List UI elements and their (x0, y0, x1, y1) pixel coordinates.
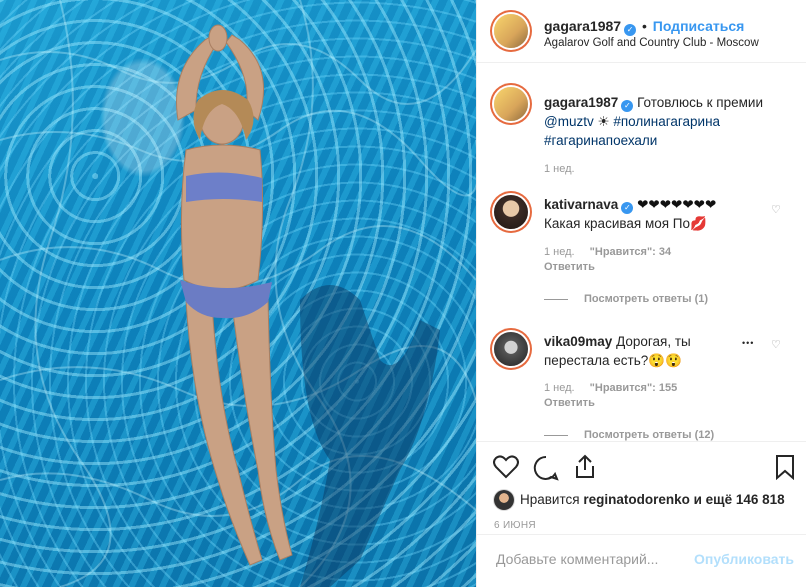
comment-body: Какая красивая моя По💋 (544, 216, 707, 231)
comment-meta: 1 нед. "Нравится": 155 (544, 382, 677, 394)
likes-count[interactable]: и ещё 146 818 (694, 492, 785, 507)
comments-list[interactable]: gagara1987 ✓ Готовлюсь к премии @muztv ☀ … (477, 63, 806, 441)
divider-line (544, 434, 568, 436)
view-replies-label: Посмотреть ответы (12) (584, 429, 715, 441)
post-date[interactable]: 6 ИЮНЯ (494, 520, 536, 531)
likes-line: Нравится reginatodorenko и ещё 146 818 (494, 490, 785, 510)
add-comment-bar: Опубликовать (477, 534, 806, 587)
verified-icon: ✓ (624, 24, 637, 36)
commenter-avatar[interactable] (494, 332, 528, 366)
reply-button[interactable]: Ответить (544, 397, 595, 409)
caption-avatar[interactable] (494, 87, 528, 121)
comment-input[interactable] (494, 550, 698, 568)
header-title-line: gagara1987 ✓ • Подписаться (544, 18, 744, 36)
post-side-panel: gagara1987 ✓ • Подписаться Agalarov Golf … (476, 0, 806, 587)
hashtag-link[interactable]: #гагаринапоехали (544, 133, 657, 148)
commenter-avatar[interactable] (494, 195, 528, 229)
view-replies-button[interactable]: Посмотреть ответы (12) (544, 429, 714, 441)
instagram-post: gagara1987 ✓ • Подписаться Agalarov Golf … (0, 0, 806, 587)
publish-button[interactable]: Опубликовать (694, 551, 794, 567)
caption-text: gagara1987 ✓ Готовлюсь к премии @muztv ☀ … (544, 93, 779, 150)
bookmark-icon[interactable] (775, 454, 795, 480)
comment-meta: 1 нед. "Нравится": 34 (544, 246, 671, 258)
post-photo[interactable] (0, 0, 476, 587)
commenter-username[interactable]: vika09may (544, 334, 612, 349)
swimmer-illustration (0, 0, 476, 587)
heart-icon[interactable] (493, 455, 519, 479)
caption-username[interactable]: gagara1987 (544, 95, 618, 110)
location-link[interactable]: Agalarov Golf and Country Club - Moscow (544, 37, 759, 49)
mention-link[interactable]: @muztv (544, 114, 594, 129)
comment-like-heart-icon[interactable]: ♡ (771, 203, 781, 216)
divider-line (544, 298, 568, 300)
commenter-username[interactable]: kativarnava (544, 197, 618, 212)
author-avatar[interactable] (494, 14, 528, 48)
separator-dot: • (641, 18, 647, 34)
comment-likes[interactable]: "Нравится": 155 (590, 382, 678, 394)
sun-emoji: ☀ (597, 114, 610, 129)
likes-prefix: Нравится (520, 492, 580, 507)
post-header: gagara1987 ✓ • Подписаться Agalarov Golf … (477, 0, 806, 63)
hearts-emoji: ❤❤❤❤❤❤❤ (637, 197, 717, 212)
liker-username[interactable]: reginatodorenko (583, 492, 690, 507)
follow-button[interactable]: Подписаться (653, 18, 745, 34)
comment-like-heart-icon[interactable]: ♡ (771, 338, 781, 351)
view-replies-label: Посмотреть ответы (1) (584, 293, 709, 305)
caption-body: Готовлюсь к премии (637, 95, 763, 110)
view-replies-button[interactable]: Посмотреть ответы (1) (544, 293, 708, 305)
comment-time[interactable]: 1 нед. (544, 382, 575, 394)
verified-icon: ✓ (621, 202, 634, 214)
share-icon[interactable] (573, 454, 597, 480)
more-icon[interactable]: ••• (742, 338, 754, 348)
verified-icon: ✓ (621, 100, 634, 112)
comment-time[interactable]: 1 нед. (544, 246, 575, 258)
caption-time[interactable]: 1 нед. (544, 163, 575, 175)
comment-likes[interactable]: "Нравится": 34 (590, 246, 671, 258)
liker-avatar[interactable] (494, 490, 514, 510)
comment-icon[interactable] (533, 455, 559, 481)
comment-text: kativarnava ✓ ❤❤❤❤❤❤❤ Какая красивая моя … (544, 195, 764, 233)
reply-button[interactable]: Ответить (544, 261, 595, 273)
hashtag-link[interactable]: #полинагагарина (613, 114, 720, 129)
author-username[interactable]: gagara1987 (544, 18, 621, 34)
comment-text: vika09may Дорогая, ты перестала есть?😲😲 (544, 332, 739, 370)
